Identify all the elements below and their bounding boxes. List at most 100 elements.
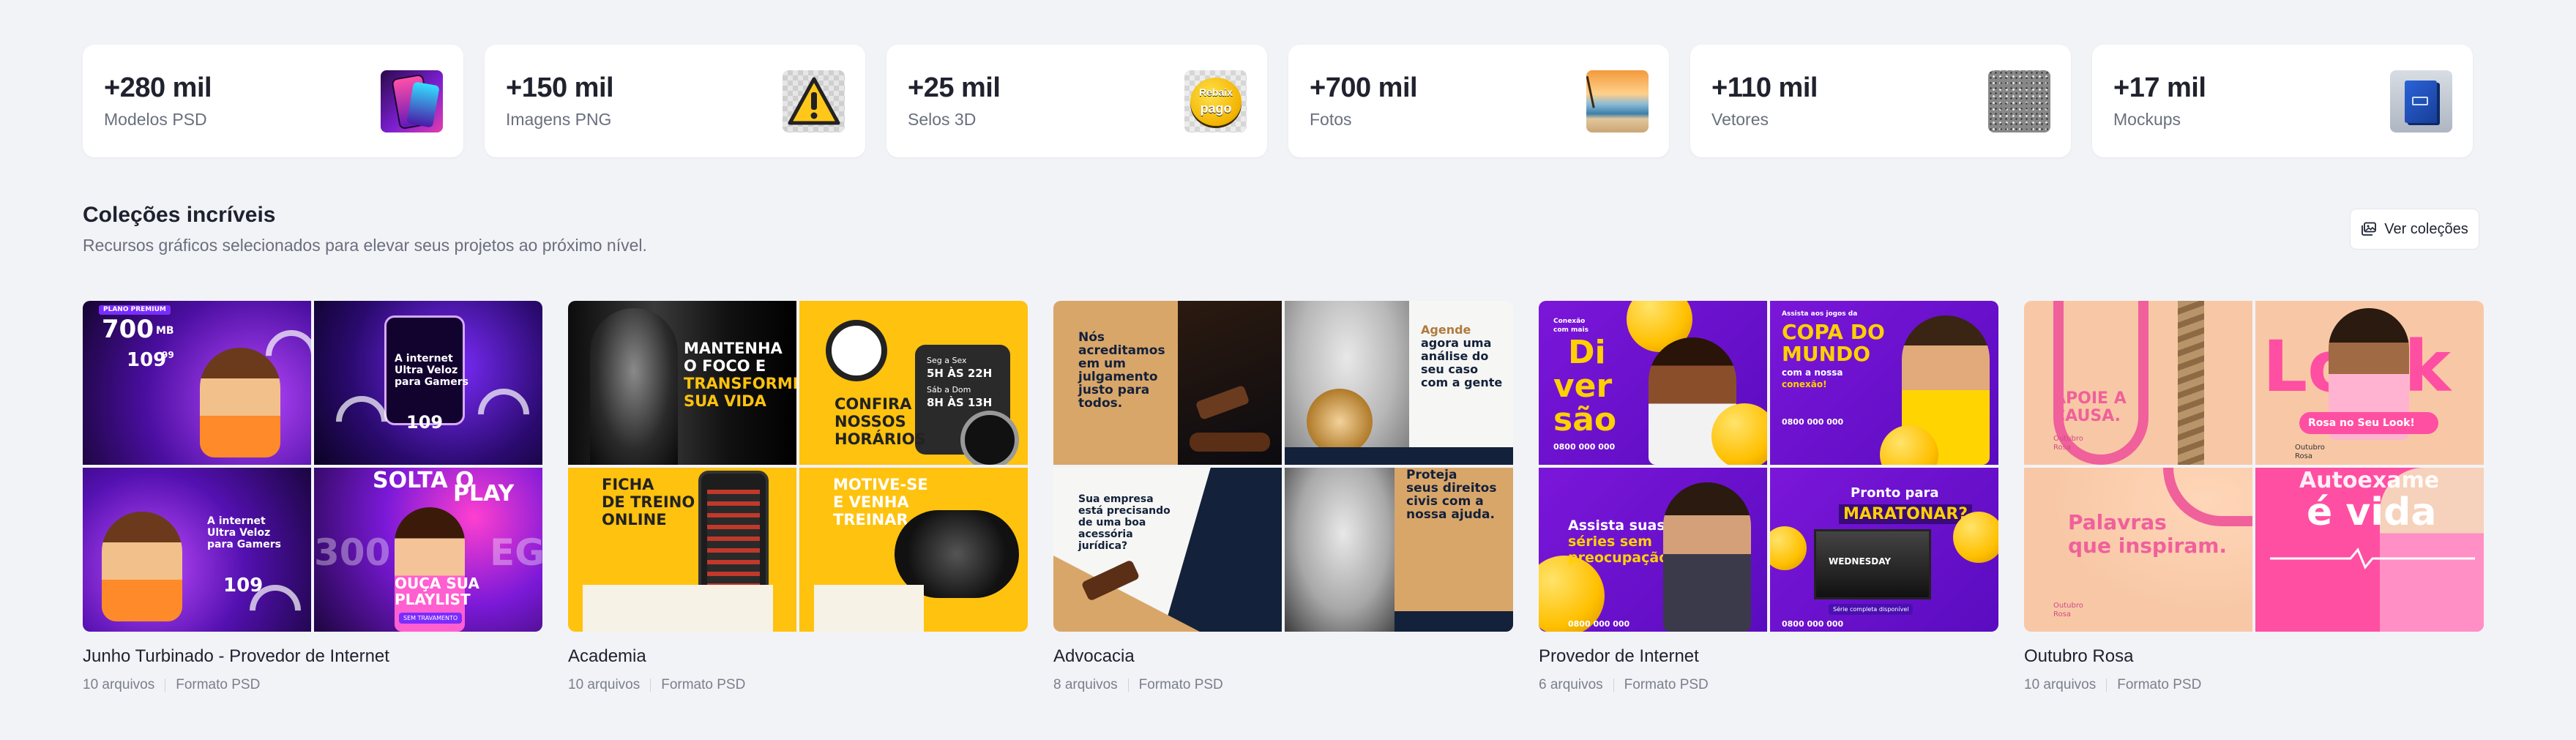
tile-text: Ultra Veloz: [207, 527, 271, 539]
tile-text: WEDNESDAY: [1829, 556, 1892, 567]
tile-text: SEM TRAVAMENTO: [399, 613, 463, 624]
stat-label: Vetores: [1711, 110, 1769, 129]
preview-tile: Palavras que inspiram. Outubro Rosa: [2024, 468, 2252, 632]
file-count: 6 arquivos: [1539, 677, 1603, 692]
tile-text: 0800 000 000: [1553, 442, 1616, 452]
tile-text: Palavras: [2068, 510, 2167, 534]
tile-text: MUNDO: [1782, 342, 1871, 366]
stat-label: Imagens PNG: [506, 110, 612, 129]
collections-icon: [2362, 222, 2377, 236]
tile-text: Seg a Sex: [927, 356, 967, 365]
tile-text: MARATONAR?: [1839, 504, 1973, 525]
collection-meta: 10 arquivos Formato PSD: [2024, 677, 2484, 693]
collection-name[interactable]: Advocacia: [1053, 646, 1513, 667]
file-count: 10 arquivos: [568, 677, 641, 692]
stat-value: +150 mil: [506, 72, 614, 103]
collection-card-junho[interactable]: PLANO PREMIUM 700 MB 109 99 A internet U…: [83, 301, 542, 693]
tile-text: PLANO PREMIUM: [99, 305, 171, 315]
tile-text: Outubro: [2295, 444, 2325, 452]
view-collections-button[interactable]: Ver coleções: [2350, 209, 2479, 250]
stat-label: Selos 3D: [908, 110, 977, 129]
collection-preview-grid[interactable]: APOIE A CAUSA. Outubro Rosa Look Rosa no…: [2024, 301, 2484, 632]
tile-text: Série completa disponível: [1829, 604, 1914, 615]
collection-name[interactable]: Junho Turbinado - Provedor de Internet: [83, 646, 542, 667]
tile-text: preocupação.: [1568, 550, 1674, 566]
beach-photo-icon: [1586, 70, 1649, 132]
tile-text: todos.: [1078, 396, 1123, 411]
stat-card-png[interactable]: +150 mil Imagens PNG: [485, 45, 865, 157]
stat-value: +700 mil: [1310, 72, 1418, 103]
tile-text: EGA: [490, 531, 542, 574]
stat-card-psd[interactable]: +280 mil Modelos PSD: [83, 45, 463, 157]
collection-card-provedor[interactable]: Conexão com mais Di ver são 0800 000 000…: [1539, 301, 1998, 693]
collection-card-outubro-rosa[interactable]: APOIE A CAUSA. Outubro Rosa Look Rosa no…: [2024, 301, 2484, 693]
3d-seal-icon: Rebaix pago: [1184, 70, 1247, 132]
tile-text: 5H ÀS 22H: [927, 367, 993, 380]
file-format: Formato PSD: [2117, 677, 2202, 692]
tile-text: CAUSA.: [2053, 407, 2121, 425]
stat-card-mockups[interactable]: +17 mil Mockups: [2092, 45, 2473, 157]
tile-text: Rosa: [2053, 444, 2071, 452]
tile-text: jurídica?: [1078, 540, 1128, 552]
tile-text: Assista suas: [1568, 517, 1665, 534]
tile-text: análise do: [1421, 349, 1489, 363]
collection-preview-grid[interactable]: PLANO PREMIUM 700 MB 109 99 A internet U…: [83, 301, 542, 632]
tile-text: 300: [314, 531, 391, 574]
meta-divider: [1127, 679, 1129, 692]
collection-card-academia[interactable]: MANTENHA O FOCO E TRANSFORME SUA VIDA Se…: [568, 301, 1028, 693]
tile-text: nossa ajuda.: [1406, 507, 1495, 522]
collection-name[interactable]: Academia: [568, 646, 1028, 667]
meta-divider: [650, 679, 652, 692]
collection-meta: 10 arquivos Formato PSD: [568, 677, 1028, 693]
preview-tile: APOIE A CAUSA. Outubro Rosa: [2024, 301, 2252, 465]
collection-preview-grid[interactable]: Conexão com mais Di ver são 0800 000 000…: [1539, 301, 1998, 632]
tile-text: Rosa no Seu Look!: [2308, 417, 2415, 429]
seal-text: Rebaix: [1199, 86, 1233, 98]
tile-text: 0800 000 000: [1782, 417, 1844, 427]
warning-sign-icon: [783, 70, 845, 132]
file-format: Formato PSD: [661, 677, 746, 692]
stat-value: +25 mil: [908, 72, 1001, 103]
tile-text: 109: [406, 412, 444, 433]
tile-text: são: [1553, 401, 1617, 438]
tile-text: DE TREINO: [602, 493, 695, 511]
tile-text: 99: [162, 350, 174, 360]
preview-tile: Look Rosa no Seu Look! Outubro Rosa: [2255, 301, 2484, 465]
tile-text: MB: [156, 325, 174, 337]
tile-text: acessória: [1078, 528, 1133, 540]
preview-tile: Proteja seus direitos civis com a nossa …: [1285, 468, 1513, 632]
tile-text: CONFIRA: [835, 395, 912, 413]
tile-text: NOSSOS: [835, 413, 906, 430]
stat-text: +150 mil Imagens PNG: [506, 72, 614, 130]
tile-text: conexão!: [1782, 379, 1827, 389]
view-collections-label: Ver coleções: [2384, 220, 2468, 237]
collection-card-advocacia[interactable]: Nós acreditamos em um julgamento justo p…: [1053, 301, 1513, 693]
tile-text: para Gamers: [207, 539, 281, 550]
preview-tile: Sua empresa está precisando de uma boa a…: [1053, 468, 1282, 632]
tile-text: Agende: [1421, 323, 1471, 337]
tile-text: é vida: [2307, 490, 2437, 534]
seal-text: pago: [1200, 100, 1232, 116]
stat-card-vectors[interactable]: +110 mil Vetores: [1690, 45, 2071, 157]
preview-tile: Conexão com mais Di ver são 0800 000 000: [1539, 301, 1767, 465]
tile-text: Di: [1568, 334, 1606, 371]
collection-preview-grid[interactable]: Nós acreditamos em um julgamento justo p…: [1053, 301, 1513, 632]
tile-text: Assista aos jogos da: [1782, 310, 1858, 318]
preview-tile: MANTENHA O FOCO E TRANSFORME SUA VIDA: [568, 301, 796, 465]
tile-text: 109: [127, 349, 167, 371]
file-format: Formato PSD: [1138, 677, 1223, 692]
collection-preview-grid[interactable]: MANTENHA O FOCO E TRANSFORME SUA VIDA Se…: [568, 301, 1028, 632]
psd-template-thumbnail-icon: [381, 70, 443, 132]
tile-text: 0800 000 000: [1782, 619, 1844, 629]
collection-name[interactable]: Outubro Rosa: [2024, 646, 2484, 667]
tile-text: 8H ÀS 13H: [927, 396, 993, 409]
meta-divider: [1613, 679, 1614, 692]
collection-meta: 8 arquivos Formato PSD: [1053, 677, 1513, 693]
collection-name[interactable]: Provedor de Internet: [1539, 646, 1998, 667]
stat-text: +110 mil Vetores: [1711, 72, 1818, 130]
stat-value: +17 mil: [2113, 72, 2206, 103]
stat-card-photos[interactable]: +700 mil Fotos: [1288, 45, 1669, 157]
stat-card-3d[interactable]: +25 mil Selos 3D Rebaix pago: [886, 45, 1267, 157]
tile-text: Pronto para: [1851, 485, 1939, 501]
tile-text: 0800 000 000: [1568, 619, 1630, 629]
